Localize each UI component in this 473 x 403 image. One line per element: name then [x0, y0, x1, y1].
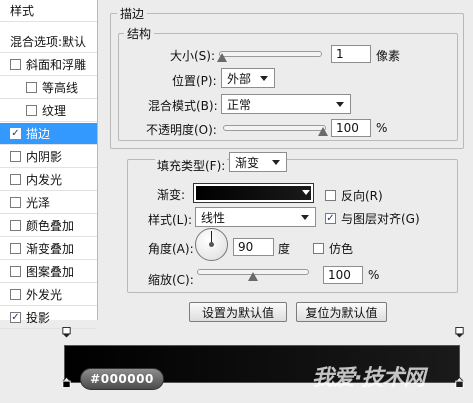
- style-item-checkbox[interactable]: ✓: [10, 128, 21, 139]
- chevron-down-icon: [302, 190, 310, 195]
- angle-dial[interactable]: [195, 228, 228, 261]
- scale-slider-thumb[interactable]: [248, 272, 258, 281]
- opacity-label: 不透明度(O):: [146, 123, 217, 137]
- style-item-label: 等高线: [42, 81, 79, 95]
- reverse-checkbox[interactable]: 反向(R): [325, 187, 383, 204]
- style-item-checkbox[interactable]: [10, 289, 21, 300]
- style-item-checkbox[interactable]: [26, 82, 37, 93]
- scale-input[interactable]: 100: [323, 266, 363, 284]
- style-item-label: 图案叠加: [26, 265, 75, 279]
- style-item-label: 斜面和浮雕: [26, 58, 87, 72]
- style-item-checkbox[interactable]: [26, 105, 37, 116]
- size-slider-thumb[interactable]: [217, 53, 227, 62]
- size-unit: 像素: [376, 49, 401, 63]
- fill-type-label: 填充类型(F):: [155, 157, 228, 174]
- style-item[interactable]: 外发光: [0, 284, 97, 306]
- style-item-label: 外发光: [26, 288, 63, 302]
- reset-default-button[interactable]: 复位为默认值: [296, 302, 387, 322]
- style-select[interactable]: 线性: [195, 207, 316, 227]
- watermark-text: 我爱·技术网: [312, 366, 425, 391]
- position-select[interactable]: 外部: [221, 68, 275, 88]
- styles-header[interactable]: 样式: [0, 0, 97, 22]
- style-item-label: 投影: [26, 311, 51, 325]
- fill-type-select-value: 渐变: [235, 155, 260, 170]
- dither-checkbox[interactable]: 仿色: [313, 240, 353, 257]
- opacity-slider[interactable]: [223, 125, 326, 131]
- chevron-down-icon: [260, 76, 268, 81]
- color-stop-left[interactable]: [62, 377, 71, 388]
- align-label: 与图层对齐(G): [341, 212, 420, 226]
- style-item[interactable]: 斜面和浮雕: [0, 54, 97, 76]
- style-item[interactable]: ✓ 投影: [0, 307, 97, 329]
- style-item-checkbox[interactable]: [10, 197, 21, 208]
- style-item-label: 颜色叠加: [26, 219, 75, 233]
- dither-label: 仿色: [329, 242, 354, 256]
- style-item[interactable]: 内发光: [0, 169, 97, 191]
- position-select-value: 外部: [227, 71, 252, 86]
- gradient-swatch: [196, 186, 311, 200]
- style-item-label: 内阴影: [26, 150, 63, 164]
- set-default-button[interactable]: 设置为默认值: [189, 302, 287, 322]
- stroke-group-title: 描边: [117, 5, 148, 22]
- opacity-stop-left[interactable]: [62, 327, 71, 338]
- color-hex-badge: #000000: [80, 368, 164, 390]
- style-item[interactable]: 内阴影: [0, 146, 97, 168]
- scale-label: 缩放(C):: [148, 273, 194, 287]
- style-item-checkbox[interactable]: ✓: [10, 312, 21, 323]
- reverse-label: 反向(R): [341, 189, 383, 203]
- size-slider[interactable]: [219, 51, 322, 57]
- angle-input[interactable]: 90: [233, 238, 274, 256]
- size-input[interactable]: 1: [331, 45, 371, 63]
- fill-type-select[interactable]: 渐变: [229, 152, 287, 172]
- styles-header-label: 样式: [10, 4, 35, 18]
- reverse-checkbox-box[interactable]: [325, 190, 336, 201]
- style-item[interactable]: 等高线: [0, 77, 97, 99]
- angle-unit: 度: [278, 242, 291, 256]
- chevron-down-icon: [336, 102, 344, 107]
- style-item[interactable]: 光泽: [0, 192, 97, 214]
- style-item-label: 内发光: [26, 173, 63, 187]
- style-item-label: 纹理: [42, 104, 67, 118]
- angle-dial-center: [209, 242, 214, 247]
- style-label: 样式(L):: [148, 213, 193, 227]
- size-label: 大小(S):: [170, 49, 216, 63]
- style-item-checkbox[interactable]: [10, 243, 21, 254]
- position-label: 位置(P):: [172, 74, 217, 88]
- chevron-down-icon: [301, 215, 309, 220]
- style-item-label: 渐变叠加: [26, 242, 75, 256]
- chevron-down-icon: [272, 160, 280, 165]
- blend-mode-select[interactable]: 正常: [221, 94, 351, 114]
- scale-unit: %: [368, 268, 380, 282]
- style-item-label: 描边: [26, 127, 51, 141]
- blend-options-label: 混合选项:默认: [10, 35, 87, 49]
- opacity-unit: %: [376, 121, 388, 135]
- blend-mode-label: 混合模式(B):: [148, 99, 218, 113]
- gradient-picker[interactable]: [193, 183, 314, 203]
- align-with-layer-checkbox[interactable]: ✓ 与图层对齐(G): [325, 210, 420, 227]
- style-item[interactable]: 颜色叠加: [0, 215, 97, 237]
- align-checkbox-box[interactable]: ✓: [325, 213, 336, 224]
- opacity-input[interactable]: 100: [331, 119, 371, 137]
- opacity-stop-right[interactable]: [455, 327, 464, 338]
- gradient-label: 渐变:: [157, 188, 186, 202]
- style-item-checkbox[interactable]: [10, 266, 21, 277]
- structure-group-title: 结构: [124, 25, 155, 42]
- style-item[interactable]: 渐变叠加: [0, 238, 97, 260]
- style-select-value: 线性: [201, 210, 226, 225]
- opacity-slider-thumb[interactable]: [318, 127, 328, 136]
- styles-list: 样式 混合选项:默认 斜面和浮雕等高线纹理 ✓ 描边内阴影内发光光泽颜色叠加渐变叠加…: [0, 0, 98, 329]
- blend-options-item[interactable]: 混合选项:默认: [0, 31, 97, 53]
- style-item[interactable]: ✓ 描边: [0, 123, 97, 145]
- dither-checkbox-box[interactable]: [313, 243, 324, 254]
- angle-label: 角度(A):: [148, 242, 194, 256]
- style-item-checkbox[interactable]: [10, 59, 21, 70]
- style-item[interactable]: 图案叠加: [0, 261, 97, 283]
- style-item-label: 光泽: [26, 196, 51, 210]
- blend-mode-select-value: 正常: [227, 97, 252, 112]
- style-item[interactable]: 纹理: [0, 100, 97, 122]
- style-item-checkbox[interactable]: [10, 174, 21, 185]
- style-item-checkbox[interactable]: [10, 151, 21, 162]
- style-item-checkbox[interactable]: [10, 220, 21, 231]
